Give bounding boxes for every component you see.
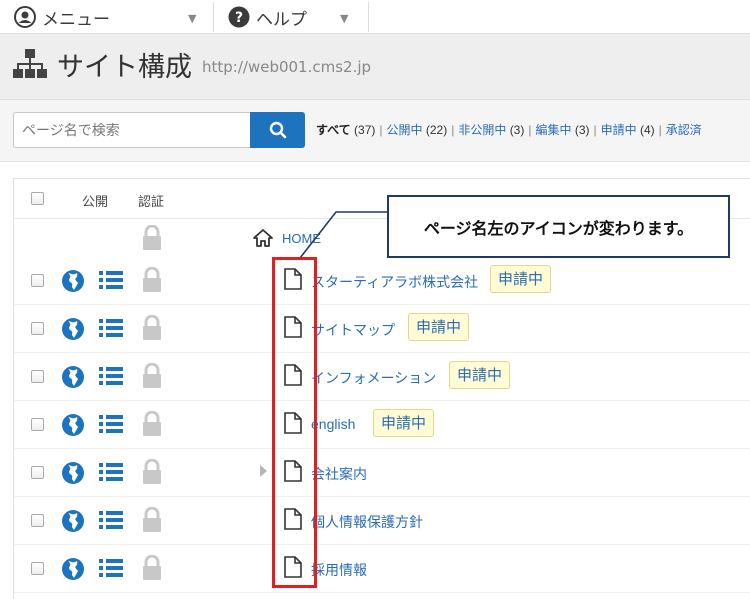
list-icon[interactable] <box>99 366 123 386</box>
menu-label: メニュー <box>42 9 110 30</box>
table-row: サイトマップ 申請中 <box>14 305 750 353</box>
filter-public-count: (22) <box>425 123 448 137</box>
list-icon[interactable] <box>99 462 123 482</box>
list-icon[interactable] <box>99 318 123 338</box>
filter-separator: | <box>528 123 532 137</box>
globe-icon[interactable] <box>61 461 85 485</box>
lock-icon <box>143 267 161 292</box>
row-checkbox[interactable] <box>31 322 44 335</box>
page-name-link[interactable]: サイトマップ <box>311 320 395 340</box>
title-band: サイト構成 http://web001.cms2.jp <box>0 34 750 100</box>
status-filters: すべて (37) | 公開中 (22) | 非公開中 (3) | 編集中 (3) | 申請中 (… <box>316 121 702 138</box>
row-checkbox[interactable] <box>31 370 44 383</box>
svg-text:?: ? <box>235 10 243 26</box>
search-input[interactable] <box>13 112 251 148</box>
globe-icon[interactable] <box>61 413 85 437</box>
filter-editing[interactable]: 編集中 <box>535 123 571 137</box>
status-badge: 申請中 <box>490 265 552 293</box>
table-row: 採用情報 <box>14 545 750 593</box>
row-checkbox[interactable] <box>31 274 44 287</box>
table-row: スターティアラボ株式会社 申請中 <box>14 257 750 305</box>
help-caret-icon: ▼ <box>340 12 349 25</box>
column-header-public: 公開 <box>82 195 109 210</box>
filter-all[interactable]: すべて <box>316 123 351 137</box>
select-all-checkbox[interactable] <box>31 192 44 205</box>
filter-separator: | <box>451 123 455 137</box>
filter-approved[interactable]: 承認済 <box>666 123 702 137</box>
page-name-link[interactable]: 採用情報 <box>311 560 367 580</box>
question-circle-icon: ? <box>228 6 250 28</box>
page-icon <box>284 412 302 434</box>
filter-public[interactable]: 公開中 <box>387 123 423 137</box>
filter-separator: | <box>658 123 662 137</box>
page-icon <box>284 460 302 482</box>
search-icon <box>269 121 286 139</box>
list-icon[interactable] <box>99 510 123 530</box>
table-row: 会社案内 <box>14 449 750 497</box>
expand-arrow-icon[interactable] <box>260 465 267 477</box>
table-row: 個人情報保護方針 <box>14 497 750 545</box>
page-name-link[interactable]: スターティアラボ株式会社 <box>311 272 478 292</box>
search-band: すべて (37)|公開中 (22)|非公開中 (3)|編集中 (3)|申請中 (… <box>0 100 750 162</box>
lock-icon <box>143 459 161 484</box>
list-icon[interactable] <box>99 558 123 578</box>
sitemap-icon <box>13 49 47 78</box>
filter-pending-count: (4) <box>640 123 655 137</box>
globe-icon[interactable] <box>61 269 85 293</box>
globe-icon[interactable] <box>61 365 85 389</box>
column-header-auth: 認証 <box>138 195 165 210</box>
home-icon <box>253 229 273 247</box>
filter-private[interactable]: 非公開中 <box>458 123 506 137</box>
lock-icon <box>143 315 161 340</box>
search-button[interactable] <box>250 112 305 148</box>
globe-icon[interactable] <box>61 557 85 581</box>
top-divider <box>213 2 214 32</box>
lock-icon <box>143 225 161 250</box>
filter-pending[interactable]: 申請中 <box>601 123 637 137</box>
list-icon[interactable] <box>99 414 123 434</box>
row-checkbox[interactable] <box>31 514 44 527</box>
globe-icon[interactable] <box>61 509 85 533</box>
help-button[interactable]: ? ヘルプ ▼ <box>228 0 348 34</box>
lock-icon <box>143 411 161 436</box>
page-name-link[interactable]: 個人情報保護方針 <box>311 512 423 532</box>
lock-icon <box>143 507 161 532</box>
menu-caret-icon: ▼ <box>188 12 197 25</box>
table-row: インフォメーション 申請中 <box>14 353 750 401</box>
page-icon <box>284 364 302 386</box>
home-link[interactable]: HOME <box>282 231 321 246</box>
user-circle-icon <box>14 6 36 28</box>
status-badge: 申請中 <box>373 409 435 437</box>
lock-icon <box>143 555 161 580</box>
page-icon <box>284 268 302 290</box>
top-menu-bar: メニュー ▼ ? ヘルプ ▼ <box>0 0 750 34</box>
globe-icon[interactable] <box>61 317 85 341</box>
filter-separator: | <box>379 123 383 137</box>
menu-button[interactable]: メニュー ▼ <box>14 0 196 34</box>
filter-private-count: (3) <box>509 123 525 137</box>
row-checkbox[interactable] <box>31 562 44 575</box>
page-name-link[interactable]: english <box>311 416 355 432</box>
row-checkbox[interactable] <box>31 418 44 431</box>
page-name-link[interactable]: 会社案内 <box>311 464 367 484</box>
row-checkbox[interactable] <box>31 466 44 479</box>
status-badge: 申請中 <box>408 313 470 341</box>
filter-separator: | <box>593 123 597 137</box>
status-badge: 申請中 <box>449 361 511 389</box>
filter-editing-count: (3) <box>574 123 590 137</box>
table-row: english 申請中 <box>14 401 750 449</box>
page-name-link[interactable]: インフォメーション <box>311 368 436 388</box>
annotation-callout: ページ名左のアイコンが変わります。 <box>387 195 730 258</box>
filter-all-count: (37) <box>354 123 376 137</box>
page-icon <box>284 556 302 578</box>
page-icon <box>284 316 302 338</box>
list-icon[interactable] <box>99 270 123 290</box>
help-label: ヘルプ <box>256 9 307 30</box>
page-title: サイト構成 <box>57 52 192 83</box>
top-divider <box>368 2 369 32</box>
page-icon <box>284 508 302 530</box>
site-url: http://web001.cms2.jp <box>202 58 372 76</box>
lock-icon <box>143 363 161 388</box>
